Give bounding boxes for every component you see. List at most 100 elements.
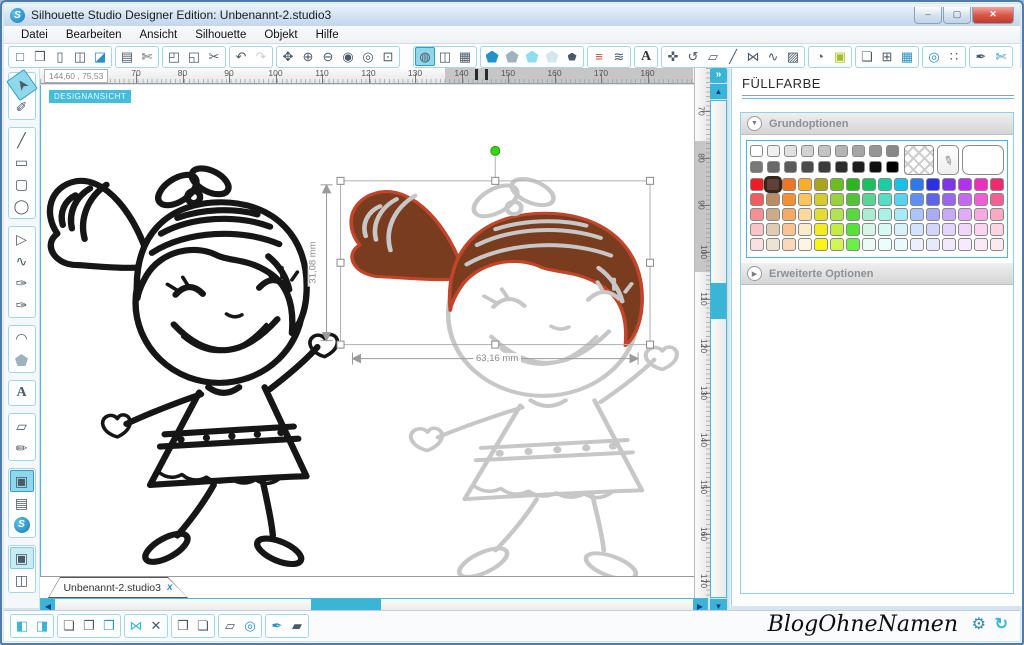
color-swatch[interactable] xyxy=(869,145,882,157)
color-swatch[interactable] xyxy=(835,161,848,173)
color-swatch[interactable] xyxy=(886,161,899,173)
bring-forward-icon[interactable]: ❒ xyxy=(173,617,193,636)
color-swatch[interactable] xyxy=(782,193,796,206)
color-swatch[interactable] xyxy=(910,223,924,236)
color-swatch[interactable] xyxy=(990,238,1004,251)
menu-objekt[interactable]: Objekt xyxy=(255,27,306,43)
eyedropper-icon[interactable]: ✒ xyxy=(267,617,287,636)
panel-expander-button[interactable]: » xyxy=(710,68,727,83)
sketch-pen-icon[interactable]: ✒ xyxy=(971,47,991,66)
expand-icon[interactable]: ▶ xyxy=(747,266,762,281)
color-swatch[interactable] xyxy=(974,178,988,191)
color-swatch[interactable] xyxy=(846,208,860,221)
color-swatch[interactable] xyxy=(990,178,1004,191)
open-file-icon[interactable]: ❒ xyxy=(30,47,50,66)
color-swatch[interactable] xyxy=(910,238,924,251)
zoom-drag-icon[interactable]: ◎ xyxy=(358,47,378,66)
color-swatch[interactable] xyxy=(750,208,764,221)
color-swatch[interactable] xyxy=(910,178,924,191)
duplicate-fill-icon[interactable]: ❒ xyxy=(99,617,119,636)
color-swatch[interactable] xyxy=(926,193,940,206)
color-swatch[interactable] xyxy=(894,178,908,191)
arc-tool-icon[interactable]: ◠ xyxy=(10,327,34,349)
color-swatch[interactable] xyxy=(990,208,1004,221)
color-swatch[interactable] xyxy=(767,145,780,157)
menu-silhouette[interactable]: Silhouette xyxy=(186,27,255,43)
text-tool-icon[interactable]: A xyxy=(10,382,34,404)
color-swatch[interactable] xyxy=(862,208,876,221)
color-swatch[interactable] xyxy=(958,238,972,251)
send-backward-icon[interactable]: ❏ xyxy=(193,617,213,636)
save-to-library-icon[interactable]: ◪ xyxy=(90,47,110,66)
color-swatch[interactable] xyxy=(846,178,860,191)
color-swatch[interactable] xyxy=(767,161,780,173)
knife-tool-icon[interactable]: ✏ xyxy=(10,437,34,459)
tab-close-icon[interactable]: x xyxy=(167,582,173,593)
zoom-in-icon[interactable]: ⊕ xyxy=(298,47,318,66)
material-icon[interactable]: ▰ xyxy=(287,617,307,636)
smooth-freehand-tool-icon[interactable]: ✑ xyxy=(10,294,34,316)
girl-artwork-colored[interactable] xyxy=(341,125,681,575)
vertical-scroll-thumb[interactable] xyxy=(711,283,726,319)
color-swatch[interactable] xyxy=(818,161,831,173)
rhinestone-icon[interactable]: ◎ xyxy=(924,47,944,66)
rounded-rectangle-tool-icon[interactable]: ▢ xyxy=(10,173,34,195)
polygon-tool-icon[interactable]: ▷ xyxy=(10,228,34,250)
zoom-out-icon[interactable]: ⊖ xyxy=(318,47,338,66)
girl-artwork-original[interactable] xyxy=(41,115,341,560)
color-swatch[interactable] xyxy=(846,238,860,251)
color-swatch[interactable] xyxy=(798,193,812,206)
menu-datei[interactable]: Datei xyxy=(12,27,57,43)
menu-bearbeiten[interactable]: Bearbeiten xyxy=(57,27,131,43)
color-swatch[interactable] xyxy=(782,238,796,251)
color-swatch[interactable] xyxy=(958,178,972,191)
color-swatch[interactable] xyxy=(750,223,764,236)
color-swatch[interactable] xyxy=(990,193,1004,206)
freehand-tool-icon[interactable]: ✑ xyxy=(10,272,34,294)
color-swatch[interactable] xyxy=(782,208,796,221)
scroll-up-icon[interactable]: ▲ xyxy=(710,84,727,99)
color-swatch[interactable] xyxy=(835,145,848,157)
color-swatch[interactable] xyxy=(974,238,988,251)
line-style-icon[interactable]: ≋ xyxy=(609,47,629,66)
selected-color-swatch[interactable] xyxy=(766,178,780,191)
color-swatch[interactable] xyxy=(852,161,865,173)
color-swatch[interactable] xyxy=(766,208,780,221)
color-swatch[interactable] xyxy=(814,223,828,236)
trace-icon[interactable]: ◔ xyxy=(810,47,830,66)
mirror-icon[interactable]: ⋈ xyxy=(743,47,763,66)
color-swatch[interactable] xyxy=(830,178,844,191)
pattern-icon[interactable]: ▨ xyxy=(783,47,803,66)
color-swatch[interactable] xyxy=(784,145,797,157)
close-button[interactable]: ✕ xyxy=(972,7,1014,24)
color-swatch[interactable] xyxy=(830,223,844,236)
menu-hilfe[interactable]: Hilfe xyxy=(307,27,348,43)
color-swatch[interactable] xyxy=(814,208,828,221)
save-icon[interactable]: ◫ xyxy=(70,47,90,66)
group-icon[interactable]: ◧ xyxy=(12,617,32,636)
color-swatch[interactable] xyxy=(798,223,812,236)
modify-icon[interactable]: ▣ xyxy=(830,47,850,66)
color-swatch[interactable] xyxy=(818,145,831,157)
color-swatch[interactable] xyxy=(942,178,956,191)
color-swatch[interactable] xyxy=(766,238,780,251)
color-swatch[interactable] xyxy=(926,208,940,221)
color-swatch[interactable] xyxy=(974,193,988,206)
page-view-icon[interactable]: ▣ xyxy=(10,547,34,569)
color-swatch[interactable] xyxy=(862,238,876,251)
grid-settings-icon[interactable]: ▦ xyxy=(455,47,475,66)
color-swatch[interactable] xyxy=(862,193,876,206)
new-document-icon[interactable]: □ xyxy=(10,47,30,66)
color-swatch[interactable] xyxy=(814,178,828,191)
color-swatch[interactable] xyxy=(814,238,828,251)
split-view-icon[interactable]: ◫ xyxy=(10,569,34,591)
color-swatch[interactable] xyxy=(974,223,988,236)
fill-none-icon[interactable] xyxy=(562,47,582,66)
color-swatch[interactable] xyxy=(886,145,899,157)
grid-icon[interactable]: ▦ xyxy=(897,47,917,66)
design-canvas[interactable]: DESIGNANSICHT xyxy=(40,85,694,576)
color-swatch[interactable] xyxy=(894,193,908,206)
color-swatch[interactable] xyxy=(958,193,972,206)
color-swatch[interactable] xyxy=(862,178,876,191)
page-settings-icon[interactable]: ◫ xyxy=(435,47,455,66)
